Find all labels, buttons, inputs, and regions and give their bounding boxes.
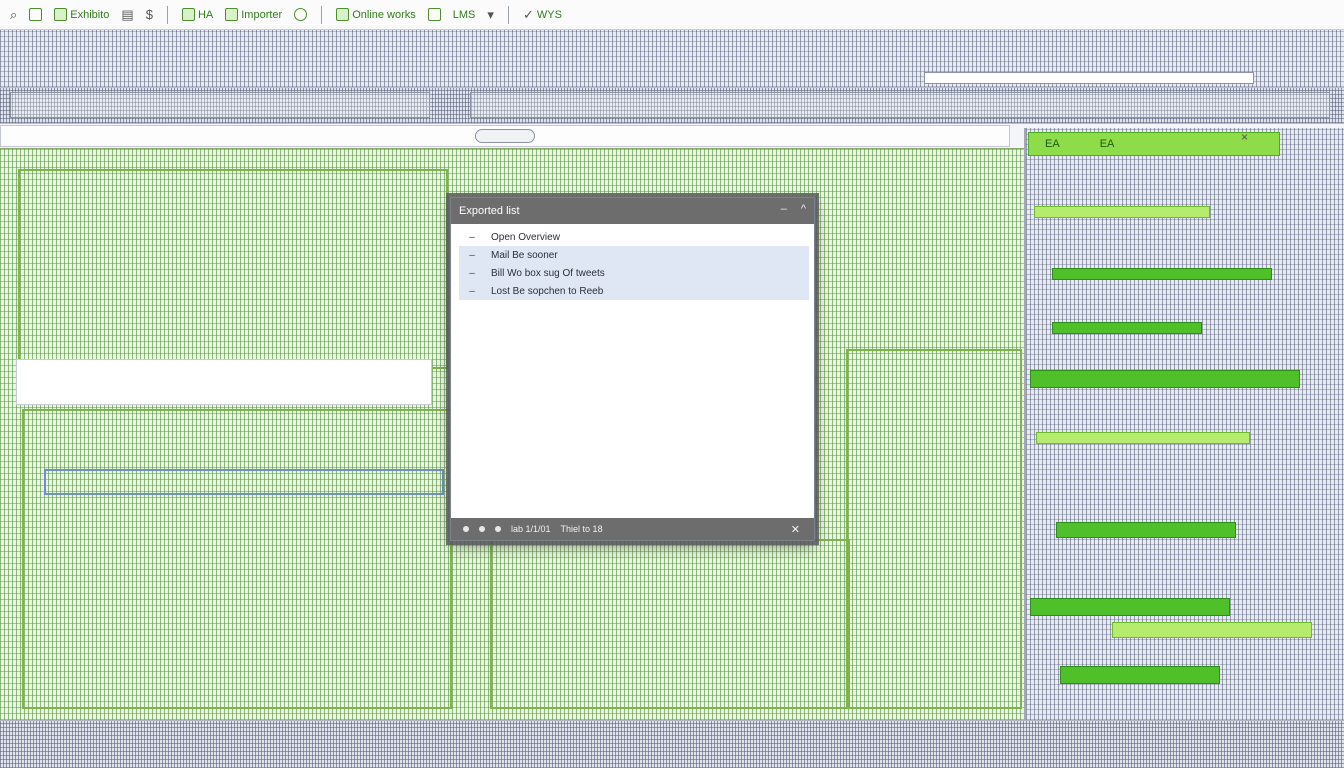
dialog-footer-text: lab 1/1/01 (511, 524, 551, 534)
canvas-region-bottom-left[interactable] (22, 409, 452, 709)
ribbon-group[interactable] (470, 92, 1330, 118)
list-item[interactable]: – Open Overview (459, 228, 809, 246)
document-icon (29, 8, 43, 21)
toolbar-wys-label: WYS (536, 8, 562, 21)
bullet-icon: – (469, 285, 475, 297)
canvas-region-top-left[interactable] (18, 169, 448, 369)
toolbar-ha[interactable]: HA (178, 4, 217, 26)
bullet-icon: – (469, 231, 475, 243)
toolbar-lms-label: LMS (452, 8, 476, 21)
building-icon: ▤ (121, 6, 134, 22)
close-icon[interactable]: × (1241, 130, 1248, 144)
toolbar-dropdown[interactable]: ▾ (483, 4, 498, 26)
dollar-icon: $ (145, 7, 153, 22)
edit-icon (54, 8, 68, 21)
dialog-footer-right-text: Thiel to 18 (560, 524, 603, 534)
check-icon: ✓ (522, 6, 534, 22)
screen: ⌕ Exhibito ▤ $ HA Importer Online works … (0, 0, 1344, 768)
bullet-icon: – (469, 267, 475, 279)
toolbar-online-works[interactable]: Online works (332, 4, 420, 26)
toolbar-document[interactable] (25, 4, 46, 26)
toolbar-exhibitor[interactable]: Exhibito (50, 4, 113, 26)
import-icon (225, 8, 239, 21)
toolbar-building[interactable]: ▤ (117, 4, 137, 26)
right-panel-row[interactable] (1052, 322, 1202, 334)
dialog-titlebar[interactable]: Exported list – ^ (451, 198, 814, 224)
toolbar-ha-label: HA (197, 8, 214, 21)
pin-icon[interactable]: ✕ (791, 523, 800, 536)
toolbar-separator (166, 5, 168, 24)
list-item-label: Mail Be sooner (491, 249, 558, 261)
toolbar-importer-label: Importer (241, 8, 283, 21)
right-panel-header-label: EA (1045, 138, 1060, 150)
right-panel-row[interactable] (1060, 666, 1220, 684)
canvas-blank-area (16, 359, 432, 405)
toolbar-importer[interactable]: Importer (221, 4, 286, 26)
toolbar-lms[interactable]: LMS (449, 4, 480, 26)
status-bar (0, 720, 1344, 768)
dialog-title: Exported list (459, 205, 520, 217)
address-pill[interactable] (475, 129, 535, 143)
settings-icon (294, 8, 308, 21)
search-icon: ⌕ (10, 6, 18, 22)
toolbar-separator (507, 5, 509, 24)
list-item[interactable]: – Mail Be sooner (459, 246, 809, 264)
sheet-icon (336, 8, 350, 21)
toolbar-search[interactable]: ⌕ (6, 4, 21, 26)
toolbar-wys[interactable]: ✓ WYS (519, 4, 566, 26)
bullet-icon: – (469, 249, 475, 261)
collapse-button[interactable]: ^ (801, 203, 806, 215)
exported-list-dialog[interactable]: Exported list – ^ – Open Overview – Mail… (450, 197, 815, 541)
right-panel-row[interactable] (1052, 268, 1272, 280)
address-bar[interactable] (0, 125, 1010, 147)
toolbar-dollar[interactable]: $ (142, 4, 157, 26)
toolbar-separator (321, 5, 323, 24)
right-panel: EA EA × (1024, 128, 1344, 720)
right-panel-header-label: EA (1099, 138, 1115, 150)
sheet-icon (181, 8, 195, 21)
toolbar-grid[interactable] (424, 4, 445, 26)
dialog-controls: – ^ (781, 203, 806, 215)
dialog-list: – Open Overview – Mail Be sooner – Bill … (459, 228, 809, 300)
circle-icon[interactable] (479, 526, 485, 532)
list-item-label: Bill Wo box sug Of tweets (491, 267, 605, 279)
right-panel-row[interactable] (1034, 206, 1210, 218)
right-panel-row[interactable] (1030, 598, 1230, 616)
ribbon-primary (0, 30, 1344, 88)
canvas-region-right[interactable] (846, 349, 1022, 709)
toolbar-exhibitor-label: Exhibito (70, 8, 110, 21)
right-panel-row[interactable] (1112, 622, 1312, 638)
list-item-label: Lost Be sopchen to Reeb (491, 285, 604, 297)
grid-icon (427, 8, 441, 21)
right-panel-row[interactable] (1030, 370, 1300, 388)
dialog-footer: lab 1/1/01 Thiel to 18 ✕ (451, 518, 814, 540)
toolbar-online-works-label: Online works (352, 8, 416, 21)
toolbar-settings[interactable] (290, 4, 311, 26)
top-toolbar: ⌕ Exhibito ▤ $ HA Importer Online works … (0, 0, 1344, 30)
ribbon-field[interactable] (924, 72, 1254, 84)
ribbon-group[interactable] (10, 92, 430, 118)
ribbon-secondary (0, 88, 1344, 124)
list-item-label: Open Overview (491, 231, 560, 243)
circle-icon[interactable] (495, 526, 501, 532)
dropdown-icon: ▾ (487, 6, 494, 22)
right-panel-row[interactable] (1056, 522, 1236, 538)
list-item[interactable]: – Lost Be sopchen to Reeb (459, 282, 809, 300)
list-item[interactable]: – Bill Wo box sug Of tweets (459, 264, 809, 282)
circle-icon[interactable] (463, 526, 469, 532)
canvas-region-bottom-center[interactable] (490, 539, 850, 709)
canvas-highlight-row[interactable] (44, 469, 444, 495)
right-panel-row[interactable] (1036, 432, 1250, 444)
minimize-button[interactable]: – (781, 203, 787, 215)
